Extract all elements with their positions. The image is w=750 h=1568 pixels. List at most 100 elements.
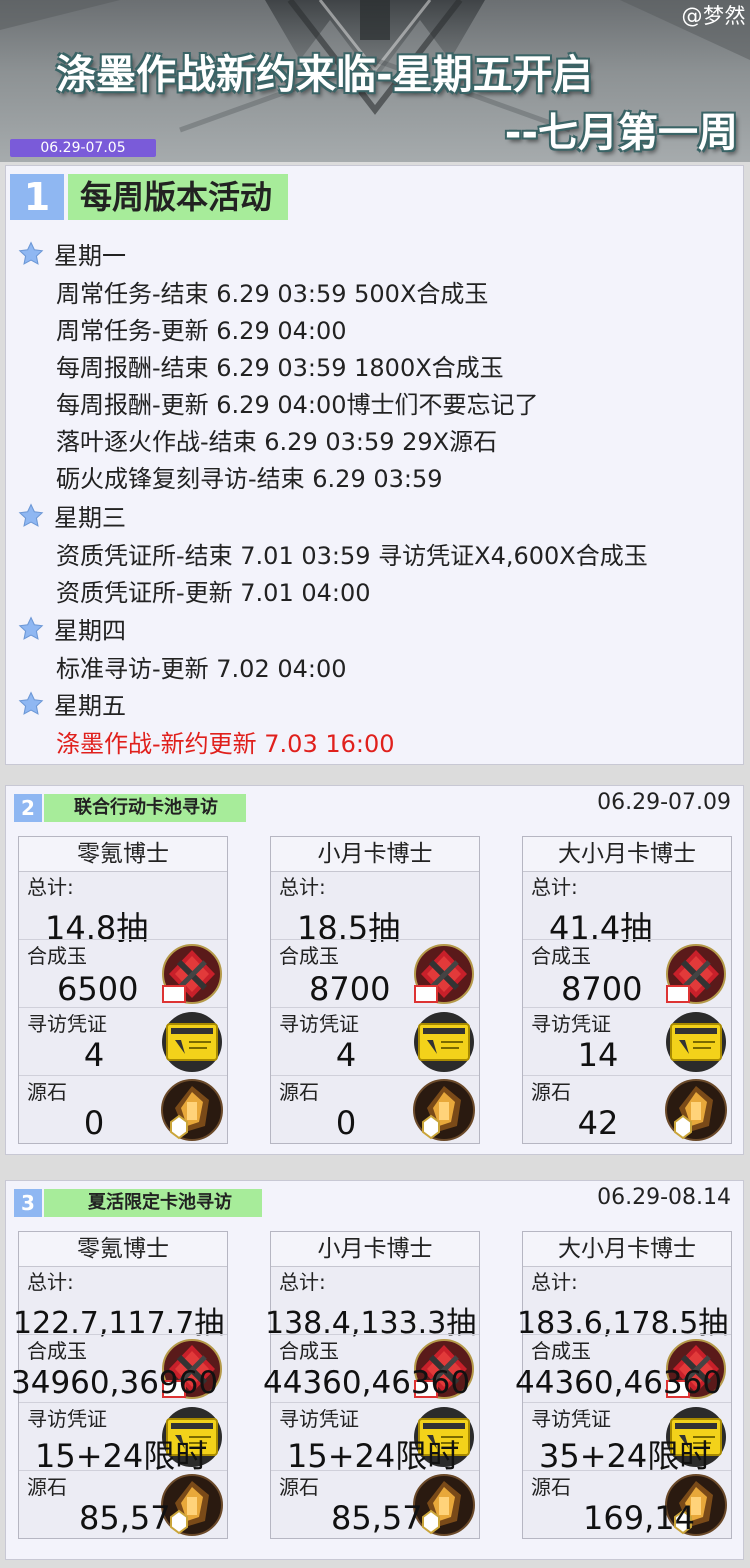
total-label: 总计:: [531, 875, 578, 899]
permit-row: 寻访凭证 4: [19, 1007, 227, 1074]
player-tier-label: 大小月卡博士: [523, 837, 731, 872]
section-header: 2 联合行动卡池寻访: [14, 794, 246, 822]
star-icon: [18, 240, 44, 265]
resource-card: 小月卡博士 总计: 18.5抽 合成玉 8700 寻访凭证 4 源石 0: [270, 836, 480, 1144]
day-label: 星期三: [54, 504, 126, 532]
event-item: 砺火成锋复刻寻访-结束 6.29 03:59: [56, 465, 443, 493]
permit-row: 寻访凭证 15+24限时: [19, 1402, 227, 1475]
orundum-label: 合成玉: [27, 944, 87, 968]
weekly-events-panel: 1 每周版本活动 星期一 周常任务-结束 6.29 03:59 500X合成玉 …: [5, 165, 744, 765]
permit-value: 14: [577, 1036, 619, 1074]
originite-row: 源石 169,14: [523, 1470, 731, 1539]
orundum-value: 44360,46360: [515, 1365, 723, 1401]
orundum-value: 6500: [57, 970, 139, 1008]
orundum-icon: [159, 942, 225, 1006]
orundum-row: 合成玉 8700: [271, 939, 479, 1008]
orundum-label: 合成玉: [531, 944, 591, 968]
total-label: 总计:: [27, 875, 74, 899]
summer-limited-banner-panel: 3 夏活限定卡池寻访 06.29-08.14 零氪博士 总计: 122.7,117.…: [5, 1180, 744, 1560]
player-tier-label: 零氪博士: [19, 1232, 227, 1267]
day-label: 星期一: [54, 242, 126, 270]
day-monday: 星期一: [18, 236, 126, 271]
event-item: 每周报酬-结束 6.29 03:59 1800X合成玉: [56, 354, 504, 382]
originite-value: 42: [577, 1104, 619, 1142]
section-date: 06.29-07.09: [597, 790, 731, 815]
header-banner: @梦然 涤墨作战新约来临-星期五开启 --七月第一周 06.29-07.05: [0, 0, 750, 162]
orundum-icon: [663, 942, 729, 1006]
originite-value: 0: [83, 1104, 105, 1142]
day-wednesday: 星期三: [18, 498, 126, 533]
permit-value: 4: [83, 1036, 105, 1074]
originite-row: 源石 0: [19, 1075, 227, 1144]
total-row: 总计: 18.5抽: [271, 871, 479, 947]
originite-row: 源石 42: [523, 1075, 731, 1144]
section-number: 1: [10, 174, 64, 220]
permit-label: 寻访凭证: [531, 1407, 611, 1431]
author-watermark: @梦然: [681, 4, 746, 28]
originite-row: 源石 85,57: [271, 1470, 479, 1539]
total-label: 总计:: [279, 875, 326, 899]
player-tier-label: 小月卡博士: [271, 837, 479, 872]
permit-label: 寻访凭证: [27, 1407, 107, 1431]
orundum-icon: [411, 942, 477, 1006]
joint-ops-banner-panel: 2 联合行动卡池寻访 06.29-07.09 零氪博士 总计: 14.8抽 合成玉 65…: [5, 785, 744, 1155]
orundum-value: 44360,46360: [263, 1365, 471, 1401]
event-item: 标准寻访-更新 7.02 04:00: [56, 655, 347, 683]
day-friday: 星期五: [18, 686, 126, 721]
resource-card: 零氪博士 总计: 122.7,117.7抽 合成玉 34960,36960 寻访凭证 15+…: [11, 1231, 228, 1539]
section-title: 每周版本活动: [68, 174, 289, 220]
resource-card: 大小月卡博士 总计: 41.4抽 合成玉 8700 寻访凭证 14 源石 42: [522, 836, 732, 1144]
event-item: 周常任务-更新 6.29 04:00: [56, 317, 347, 345]
total-row: 总计: 183.6,178.5抽: [517, 1266, 731, 1341]
permit-row: 寻访凭证 4: [271, 1007, 479, 1074]
total-row: 总计: 138.4,133.3抽: [265, 1266, 479, 1341]
event-item: 每周报酬-更新 6.29 04:00博士们不要忘记了: [56, 391, 539, 419]
orundum-label: 合成玉: [531, 1339, 591, 1363]
resource-card: 大小月卡博士 总计: 183.6,178.5抽 合成玉 44360,46360 寻访凭证 3…: [515, 1231, 732, 1539]
orundum-value: 8700: [561, 970, 643, 1008]
player-tier-label: 小月卡博士: [271, 1232, 479, 1267]
event-item: 资质凭证所-更新 7.01 04:00: [56, 579, 371, 607]
permit-label: 寻访凭证: [279, 1012, 359, 1036]
originite-value: 0: [335, 1104, 357, 1142]
star-icon: [18, 502, 44, 527]
day-thursday: 星期四: [18, 611, 126, 646]
star-icon: [18, 690, 44, 715]
section-header: 1 每周版本活动: [10, 174, 289, 220]
permit-row: 寻访凭证 15+24限时: [271, 1402, 479, 1475]
permit-label: 寻访凭证: [531, 1012, 611, 1036]
permit-row: 寻访凭证 14: [523, 1007, 731, 1074]
section-number: 2: [14, 794, 42, 822]
total-row: 总计: 41.4抽: [523, 871, 731, 947]
originite-value: 85,57: [331, 1499, 423, 1537]
section-date: 06.29-08.14: [597, 1185, 731, 1210]
total-label: 总计:: [531, 1270, 578, 1294]
event-item: 落叶逐火作战-结束 6.29 03:59 29X源石: [56, 428, 498, 456]
section-title: 夏活限定卡池寻访: [44, 1189, 262, 1217]
originite-label: 源石: [279, 1080, 319, 1104]
permit-row: 寻访凭证 35+24限时: [523, 1402, 731, 1475]
orundum-label: 合成玉: [27, 1339, 87, 1363]
section-title: 联合行动卡池寻访: [44, 794, 246, 822]
event-item: 资质凭证所-结束 7.01 03:59 寻访凭证X4,600X合成玉: [56, 542, 648, 570]
total-row: 总计: 14.8抽: [19, 871, 227, 947]
permit-value: 4: [335, 1036, 357, 1074]
event-item: 周常任务-结束 6.29 03:59 500X合成玉: [56, 280, 489, 308]
player-tier-label: 零氪博士: [19, 837, 227, 872]
orundum-value: 34960,36960: [11, 1365, 219, 1401]
total-label: 总计:: [27, 1270, 74, 1294]
resource-card: 零氪博士 总计: 14.8抽 合成玉 6500 寻访凭证 4 源石 0: [18, 836, 228, 1144]
orundum-row: 合成玉 6500: [19, 939, 227, 1008]
originite-label: 源石: [27, 1475, 67, 1499]
star-icon: [18, 615, 44, 640]
originite-label: 源石: [27, 1080, 67, 1104]
week-date-tag: 06.29-07.05: [10, 139, 156, 157]
originite-label: 源石: [279, 1475, 319, 1499]
originite-label: 源石: [531, 1475, 571, 1499]
day-label: 星期五: [54, 692, 126, 720]
orundum-row: 合成玉 44360,46360: [263, 1334, 479, 1401]
section-header: 3 夏活限定卡池寻访: [14, 1189, 262, 1217]
permit-label: 寻访凭证: [279, 1407, 359, 1431]
originite-value: 85,57: [79, 1499, 171, 1537]
banner-subtitle: --七月第一周: [504, 110, 738, 156]
